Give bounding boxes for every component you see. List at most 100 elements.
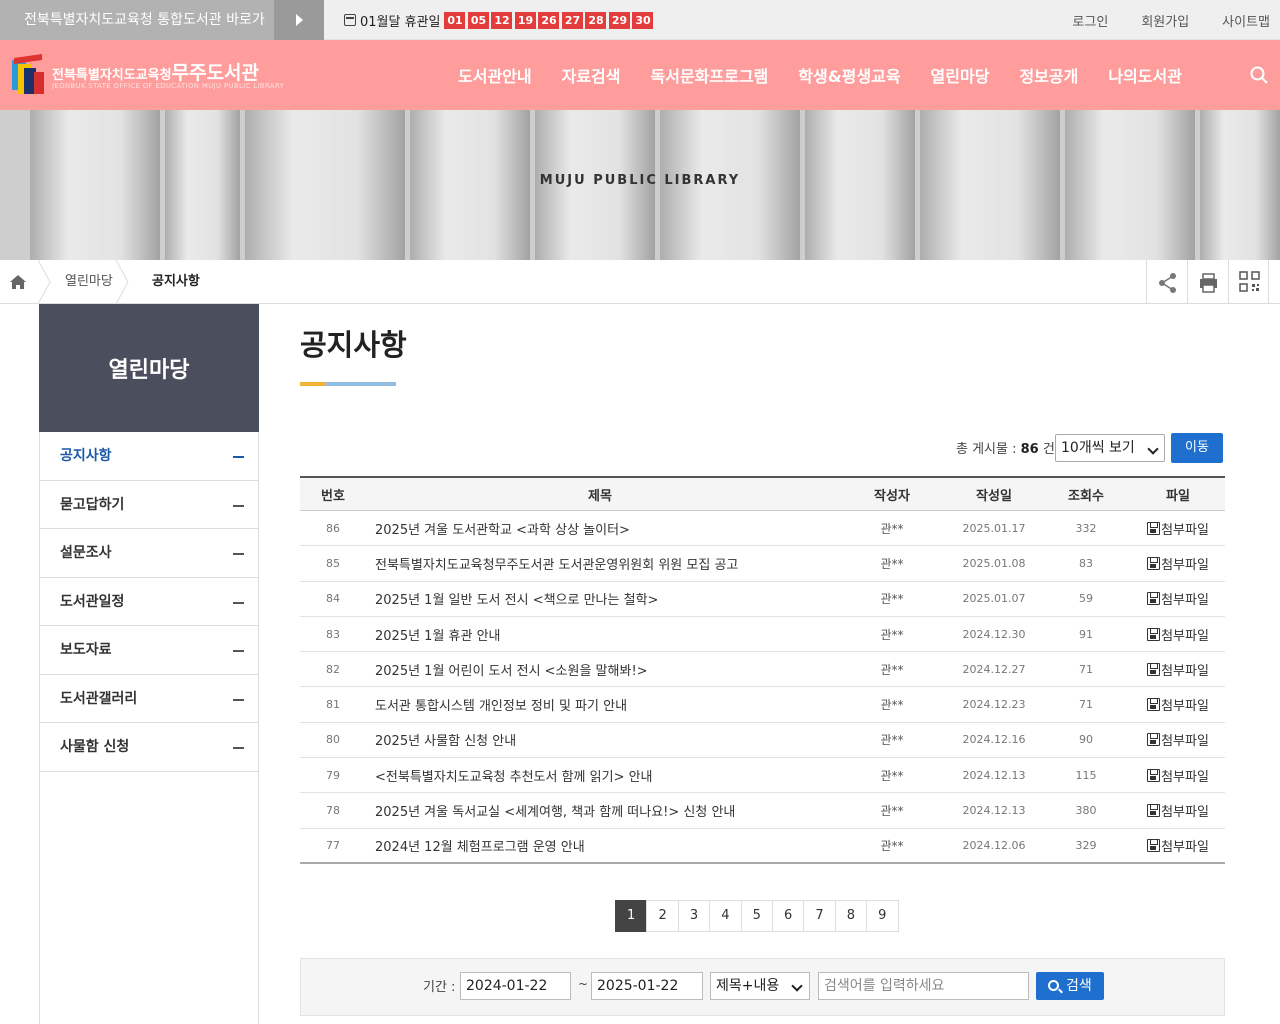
page-button-8[interactable]: 8 [834, 900, 868, 932]
join-link[interactable]: 회원가입 [1141, 11, 1189, 30]
row-hits: 71 [1079, 698, 1093, 712]
row-file-label: 첨부파일 [1161, 663, 1209, 679]
nav-info-disclosure[interactable]: 정보공개 [1019, 63, 1078, 87]
site-logo[interactable]: 전북특별자치도교육청무주도서관 JEONBUK STATE OFFICE OF … [12, 54, 312, 98]
row-no: 86 [326, 521, 340, 535]
row-no: 81 [326, 698, 340, 712]
page-button-9[interactable]: 9 [866, 900, 899, 932]
crumb-separator-icon [116, 260, 129, 304]
portal-arrow-button[interactable] [274, 0, 324, 40]
holiday-day-badge: 26 [538, 11, 560, 29]
crumb-open-forum[interactable]: 열린마당 [65, 260, 113, 304]
row-title-link[interactable]: 도서관 통합시스템 개인정보 정비 및 파기 안내 [375, 687, 935, 721]
nav-library-info[interactable]: 도서관안내 [458, 63, 532, 87]
row-hits: 332 [1075, 521, 1097, 535]
row-title-link[interactable]: 2025년 1월 어린이 도서 전시 <소원을 말해봐!> [375, 652, 935, 686]
page-button-7[interactable]: 7 [803, 900, 836, 932]
row-date: 2024.12.16 [962, 733, 1026, 747]
row-no: 85 [326, 556, 340, 570]
sidebar-item-press[interactable]: 보도자료 [40, 626, 258, 675]
row-file-link[interactable]: 첨부파일 [1132, 617, 1224, 651]
print-button[interactable] [1187, 260, 1228, 304]
nav-search[interactable]: 자료검색 [562, 63, 621, 87]
magnifier-icon [1048, 980, 1059, 991]
start-date-input[interactable]: 2024-01-22 [460, 972, 571, 1000]
row-file-link[interactable]: 첨부파일 [1132, 793, 1224, 827]
row-file-link[interactable]: 첨부파일 [1132, 687, 1224, 721]
holiday-day-badge: 01 [444, 11, 466, 29]
table-row: 77 2024년 12월 체험프로그램 운영 안내 관** 2024.12.06 329… [300, 829, 1225, 864]
sidebar-item-qna[interactable]: 묻고답하기 [40, 481, 258, 529]
row-no: 83 [326, 627, 340, 641]
search-button[interactable]: 검색 [1036, 972, 1104, 1000]
qr-button[interactable] [1228, 260, 1269, 304]
row-hits: 71 [1079, 662, 1093, 676]
portal-link[interactable]: 전북특별자치도교육청 통합도서관 바로가기 [0, 0, 274, 68]
search-input[interactable]: 검색어를 입력하세요 [818, 972, 1029, 1000]
login-link[interactable]: 로그인 [1072, 11, 1108, 30]
pagination: 123456789 [615, 900, 899, 932]
sidebar-item-survey[interactable]: 설문조사 [40, 529, 258, 578]
crumb-separator-icon [38, 260, 51, 304]
row-date: 2024.12.27 [962, 662, 1026, 676]
row-file-link[interactable]: 첨부파일 [1132, 582, 1224, 616]
row-title-link[interactable]: 2025년 사물함 신청 안내 [375, 723, 935, 757]
holiday-day-badge: 30 [632, 11, 654, 29]
table-header: 번호 제목 작성자 작성일 조회수 파일 [300, 476, 1225, 511]
row-file-link[interactable]: 첨부파일 [1132, 546, 1224, 580]
page-button-2[interactable]: 2 [646, 900, 679, 932]
page-button-5[interactable]: 5 [740, 900, 773, 932]
print-icon [1200, 273, 1217, 293]
row-date: 2024.12.13 [962, 804, 1026, 818]
row-file-link[interactable]: 첨부파일 [1132, 758, 1224, 792]
save-file-icon [1147, 698, 1161, 712]
row-file-link[interactable]: 첨부파일 [1132, 723, 1224, 757]
save-file-icon [1147, 838, 1161, 852]
page-title: 공지사항 [300, 328, 407, 362]
sidebar-item-locker[interactable]: 사물함 신청 [40, 723, 258, 772]
row-file-link[interactable]: 첨부파일 [1132, 652, 1224, 686]
row-no: 80 [326, 733, 340, 747]
row-title-link[interactable]: <전북특별자치도교육청 추천도서 함께 읽기> 안내 [375, 758, 935, 792]
page-button-4[interactable]: 4 [709, 900, 742, 932]
sidebar-header: 열린마당 [39, 304, 259, 432]
end-date-input[interactable]: 2025-01-22 [591, 972, 703, 1000]
save-file-icon [1147, 592, 1161, 606]
row-file-link[interactable]: 첨부파일 [1132, 829, 1224, 862]
sidebar-item-schedule[interactable]: 도서관일정 [40, 578, 258, 626]
row-writer: 관** [880, 627, 904, 642]
sidebar-item-notice[interactable]: 공지사항 [40, 432, 258, 481]
page-button-6[interactable]: 6 [771, 900, 805, 932]
row-date: 2025.01.08 [962, 556, 1026, 570]
nav-education[interactable]: 학생&평생교육 [798, 63, 900, 87]
nav-reading-program[interactable]: 독서문화프로그램 [651, 63, 769, 87]
home-button[interactable] [0, 260, 38, 304]
total-unit: 건 [1038, 442, 1055, 457]
row-title-link[interactable]: 전북특별자치도교육청무주도서관 도서관운영위원회 위원 모집 공고 [375, 546, 935, 580]
row-title-link[interactable]: 2025년 1월 일반 도서 전시 <책으로 만나는 철학> [375, 582, 935, 616]
sitemap-link[interactable]: 사이트맵 [1222, 11, 1270, 30]
per-page-select[interactable]: 10개씩 보기 [1055, 434, 1165, 462]
row-title-link[interactable]: 2024년 12월 체험프로그램 운영 안내 [375, 829, 935, 862]
sidebar-item-label: 보도자료 [60, 642, 112, 658]
share-button[interactable] [1146, 260, 1187, 304]
page-button-3[interactable]: 3 [677, 900, 711, 932]
table-row: 85 전북특별자치도교육청무주도서관 도서관운영위원회 위원 모집 공고 관** 20… [300, 546, 1225, 582]
nav-open-forum[interactable]: 열린마당 [931, 63, 990, 87]
row-file-label: 첨부파일 [1161, 628, 1209, 644]
go-button[interactable]: 이동 [1171, 433, 1223, 463]
row-title-link[interactable]: 2025년 겨울 도서관학교 <과학 상상 놀이터> [375, 511, 935, 545]
row-title-link[interactable]: 2025년 겨울 독서교실 <세계여행, 책과 함께 떠나요!> 신청 안내 [375, 793, 935, 827]
holiday-day-badge: 19 [514, 11, 536, 29]
row-file-link[interactable]: 첨부파일 [1132, 511, 1224, 545]
nav-my-library[interactable]: 나의도서관 [1108, 63, 1182, 87]
search-field-select[interactable]: 제목+내용 [710, 972, 810, 1000]
sidebar-item-label: 도서관일정 [60, 593, 125, 610]
row-date: 2024.12.23 [962, 698, 1026, 712]
search-button-label: 검색 [1066, 978, 1092, 994]
page-button-1[interactable]: 1 [615, 900, 648, 932]
search-icon[interactable] [1250, 66, 1268, 84]
row-writer: 관** [880, 698, 904, 713]
sidebar-item-gallery[interactable]: 도서관갤러리 [40, 675, 258, 723]
row-title-link[interactable]: 2025년 1월 휴관 안내 [375, 617, 935, 651]
